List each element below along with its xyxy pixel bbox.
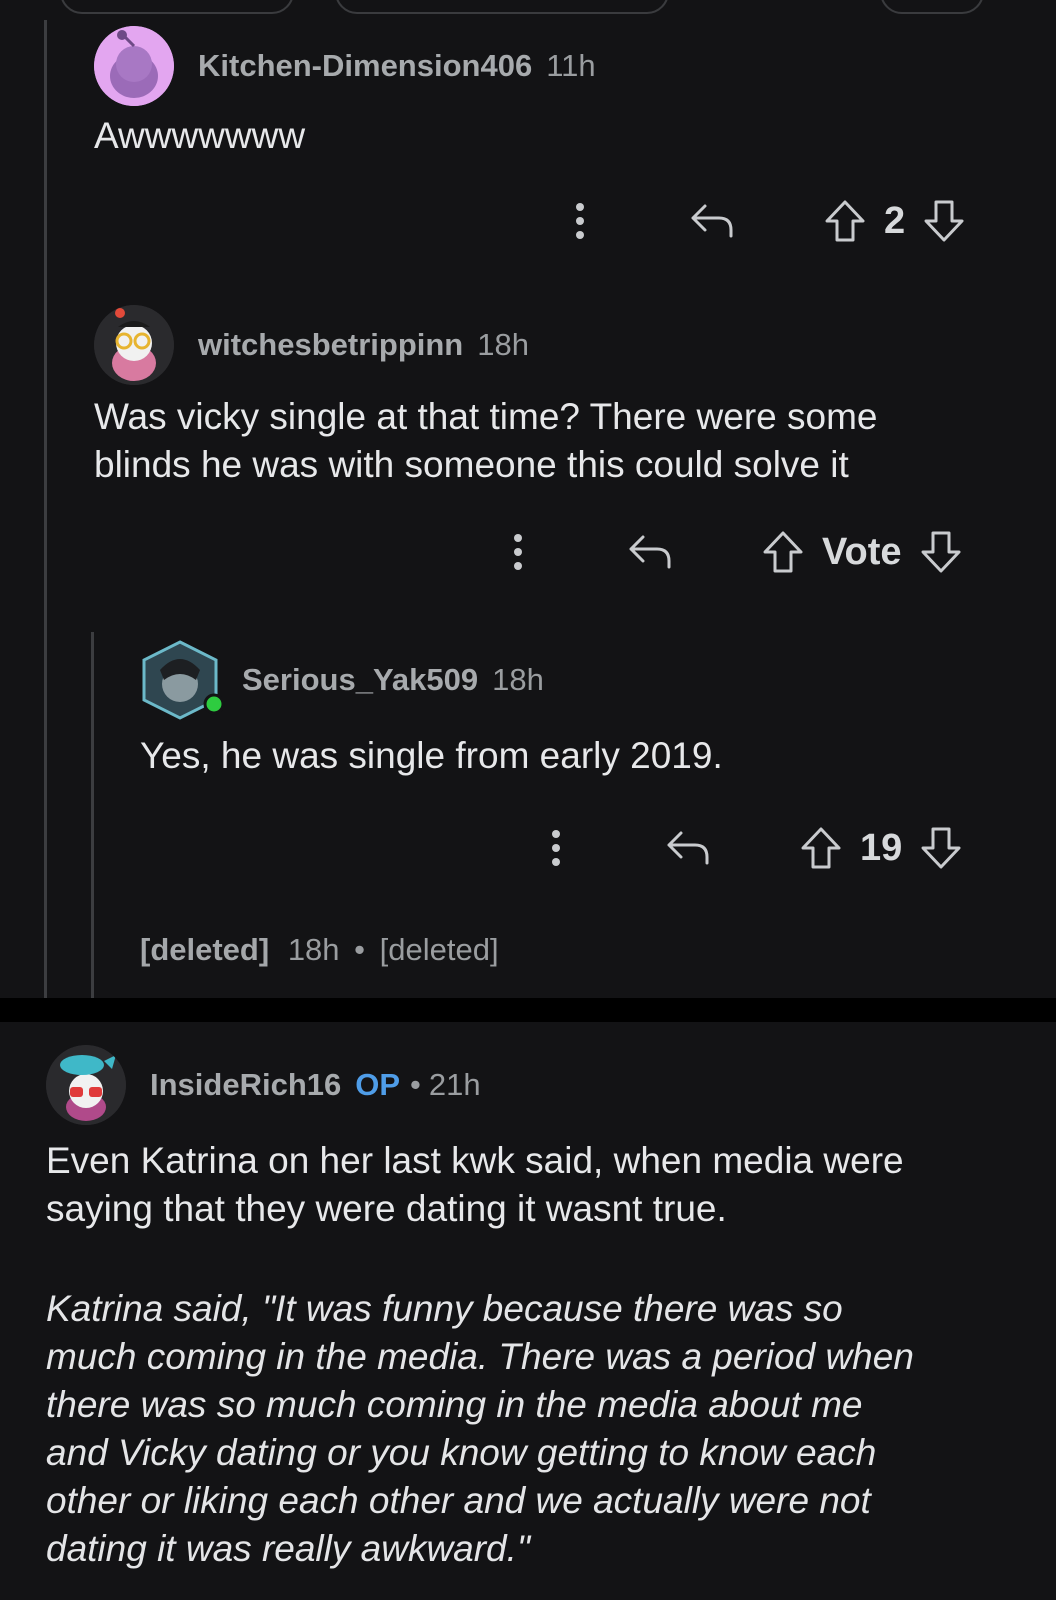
comment: Kitchen-Dimension406 11h Awwwwwww [94,26,1014,160]
quote-line: and Vicky dating or you know getting to … [46,1432,877,1473]
deleted-username: [deleted] [140,932,270,967]
comment: witchesbetrippinn 18h Was vicky single a… [94,305,1034,489]
vote-score: 19 [860,826,903,869]
op-comment: InsideRich16 OP • 21h Even Katrina on he… [46,1045,1036,1573]
comment-age: 11h [546,48,596,83]
upvote-icon [763,531,803,573]
meta-separator: • [410,1067,421,1102]
hexagon-avatar-icon [142,640,225,720]
reply-icon [667,831,709,865]
downvote-icon [924,200,964,242]
quote-line: dating it was really awkward." [46,1528,531,1569]
comment-username[interactable]: Kitchen-Dimension406 [198,48,532,84]
downvote-icon [921,531,961,573]
quote-line: much coming in the media. There was a pe… [46,1336,914,1377]
more-vertical-icon [576,203,584,239]
op-badge: OP [355,1067,401,1102]
comment-body-line: Was vicky single at that time? There wer… [94,396,878,437]
comment-actions: 19 [536,823,962,873]
top-action-pill[interactable] [60,0,294,14]
thread-line[interactable] [91,632,94,998]
comment-thread-view: Kitchen-Dimension406 11h Awwwwwww 2 witc… [0,0,1056,1600]
avatar[interactable] [94,305,174,385]
quote-line: other or liking each other and we actual… [46,1480,871,1521]
more-vertical-icon [552,830,560,866]
quote-line: there was so much coming in the media ab… [46,1384,863,1425]
comment-body-line: blinds he was with someone this could so… [94,444,849,485]
snoo-avatar-icon [94,26,174,106]
comment-body-line: Even Katrina on her last kwk said, when … [46,1140,904,1181]
snoo-avatar-icon [94,305,174,385]
comment-body: Awwwwwww [94,115,306,156]
quote-line: Katrina said, "It was funny because ther… [46,1288,843,1329]
comment-age: 18h [477,327,529,362]
reply-button[interactable] [658,829,718,867]
top-action-pill[interactable] [880,0,984,14]
avatar[interactable] [140,640,225,720]
upvote-button[interactable] [800,826,842,870]
deleted-body: [deleted] [379,932,499,967]
reply-icon [629,535,671,569]
vote-score: Vote [822,530,902,573]
upvote-icon [825,200,865,242]
comment-actions: 2 [560,196,965,246]
more-vertical-icon [514,534,522,570]
downvote-icon [921,827,961,869]
comment-username[interactable]: witchesbetrippinn [198,327,463,363]
section-separator [0,998,1056,1022]
comment-username[interactable]: Serious_Yak509 [242,662,478,698]
upvote-button[interactable] [762,530,804,574]
upvote-button[interactable] [824,199,866,243]
reply-icon [691,204,733,238]
downvote-button[interactable] [920,530,962,574]
more-button[interactable] [536,828,576,868]
avatar[interactable] [94,26,174,106]
top-action-pill[interactable] [335,0,669,14]
vote-score: 2 [884,199,906,242]
comment-username[interactable]: InsideRich16 [150,1067,341,1103]
comment-age: 18h [492,662,544,697]
comment-actions: Vote [498,527,962,577]
snoo-avatar-icon [46,1045,126,1125]
comment-age: 21h [428,1067,481,1102]
deleted-comment[interactable]: [deleted] 18h • [deleted] [140,932,499,968]
more-button[interactable] [498,532,538,572]
comment: Serious_Yak509 18h Yes, he was single fr… [140,640,1020,780]
upvote-icon [801,827,841,869]
online-status-icon [203,693,225,715]
downvote-button[interactable] [920,826,962,870]
reply-button[interactable] [620,533,680,571]
thread-line[interactable] [44,20,47,998]
deleted-age: 18h [287,932,340,967]
more-button[interactable] [560,201,600,241]
meta-separator: • [354,932,366,967]
reply-button[interactable] [682,202,742,240]
avatar[interactable] [46,1045,126,1125]
downvote-button[interactable] [923,199,965,243]
comment-body: Yes, he was single from early 2019. [140,735,723,776]
comment-body-line: saying that they were dating it wasnt tr… [46,1188,727,1229]
